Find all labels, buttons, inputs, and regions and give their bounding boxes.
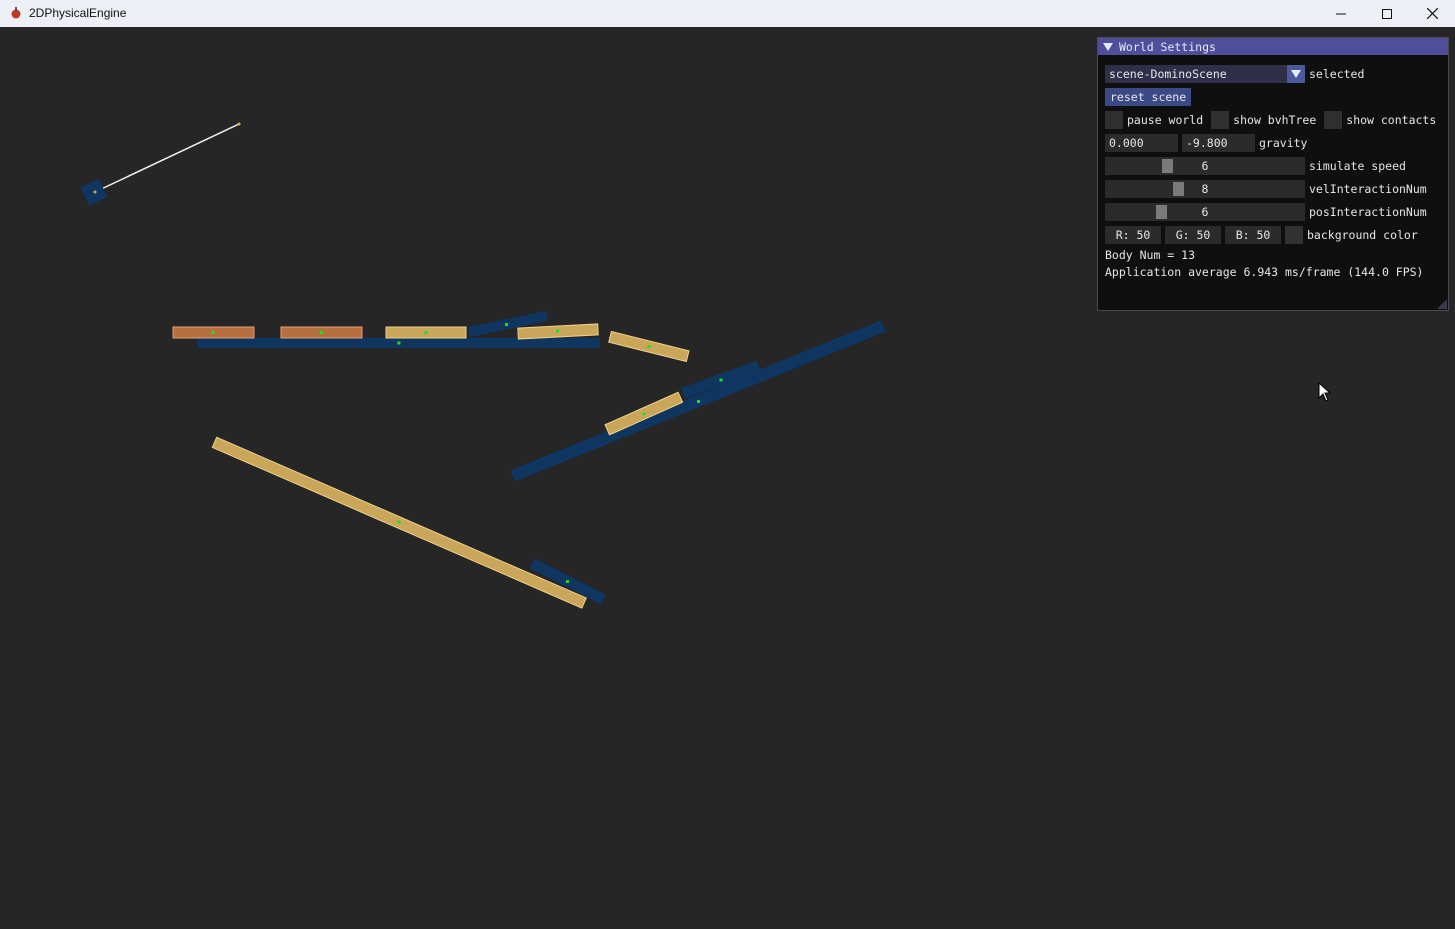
body-center-dot [93,190,97,194]
pause-world-label: pause world [1127,113,1204,127]
center-dots [211,323,723,583]
world-settings-panel[interactable]: World Settings scene-DominoScene selecte… [1097,37,1449,311]
bg-red-input[interactable]: R: 50 [1105,226,1161,244]
gravity-x-input[interactable]: 0.000 [1105,134,1178,152]
gravity-label: gravity [1259,136,1308,150]
pause-world-checkbox[interactable] [1105,111,1123,129]
fps-text: Application average 6.943 ms/frame (144.… [1105,265,1424,279]
pos-interaction-label: posInteractionNum [1309,205,1427,219]
collapse-arrow-icon[interactable] [1103,42,1113,51]
pos-interaction-value: 6 [1201,205,1209,219]
maximize-button[interactable] [1364,0,1410,27]
title-bar: 2DPhysicalEngine [0,0,1455,27]
bg-blue-input[interactable]: B: 50 [1225,226,1281,244]
dropdown-arrow-icon[interactable] [1287,65,1305,83]
scene-select[interactable]: scene-DominoScene [1105,65,1305,83]
bg-color-label: background color [1307,228,1418,242]
reset-scene-label: reset scene [1110,90,1187,104]
show-bvhtree-label: show bvhTree [1233,113,1317,127]
bg-green-input[interactable]: G: 50 [1165,226,1221,244]
reset-scene-button[interactable]: reset scene [1105,88,1192,106]
minimize-button[interactable] [1318,0,1364,27]
gravity-y-value: -9.800 [1186,136,1228,150]
show-bvhtree-checkbox[interactable] [1211,111,1230,129]
simulate-speed-value: 6 [1201,159,1209,173]
engine-app-icon [11,7,21,19]
minimize-icon [1336,13,1346,14]
show-contacts-label: show contacts [1346,113,1437,127]
simulate-speed-label: simulate speed [1309,159,1406,173]
pendulum-rope [94,123,240,193]
close-icon [1426,8,1438,19]
bg-green-value: G: 50 [1175,228,1211,242]
bg-color-swatch[interactable] [1285,226,1303,244]
pendulum-anchor [237,122,241,126]
panel-header[interactable]: World Settings [1098,38,1448,55]
vel-interaction-label: velInteractionNum [1309,182,1427,196]
bg-red-value: R: 50 [1115,228,1151,242]
slider-grab[interactable] [1173,182,1185,196]
vel-interaction-value: 8 [1201,182,1209,196]
gravity-x-value: 0.000 [1109,136,1144,150]
mouse-cursor-icon [1318,382,1332,402]
resize-grip[interactable] [1437,299,1447,309]
body-num-text: Body Num = 13 [1105,248,1196,262]
close-button[interactable] [1409,0,1455,27]
window-title: 2DPhysicalEngine [29,6,127,20]
vel-interaction-slider[interactable]: 8 [1105,180,1305,198]
slider-grab[interactable] [1156,205,1168,219]
panel-title: World Settings [1119,39,1216,54]
scene-select-value: scene-DominoScene [1109,67,1227,81]
bg-blue-value: B: 50 [1235,228,1271,242]
simulate-speed-slider[interactable]: 6 [1105,157,1305,175]
show-contacts-checkbox[interactable] [1324,111,1343,129]
scene-select-label: selected [1309,67,1365,81]
slider-grab[interactable] [1161,159,1173,173]
pos-interaction-slider[interactable]: 6 [1105,203,1305,221]
gravity-y-input[interactable]: -9.800 [1182,134,1255,152]
maximize-icon [1382,8,1392,19]
